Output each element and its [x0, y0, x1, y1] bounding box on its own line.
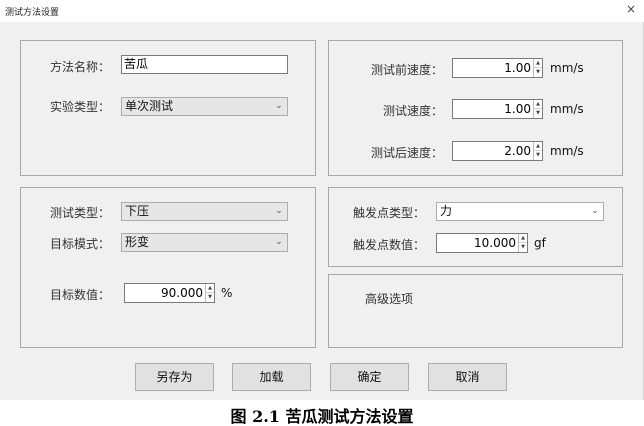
- target-value: 90.000: [161, 286, 203, 300]
- spin-down-icon[interactable]: ▼: [206, 293, 214, 302]
- chevron-down-icon: ⌄: [275, 101, 283, 111]
- method-panel: 方法名称： 苦瓜 实验类型： 单次测试 ⌄: [20, 40, 316, 176]
- spin-down-icon[interactable]: ▼: [534, 109, 542, 118]
- experiment-type-value: 单次测试: [125, 99, 174, 113]
- method-name-label: 方法名称：: [50, 60, 111, 74]
- ok-button[interactable]: 确定: [330, 363, 409, 391]
- chevron-down-icon: ⌄: [275, 237, 283, 247]
- title-bar: 测试方法设置 ×: [0, 0, 644, 22]
- pre-speed-spinbox[interactable]: 1.00 ▲ ▼: [452, 58, 543, 78]
- test-settings-panel: 测试类型： 下压 ⌄ 目标模式： 形变 ⌄ 目标数值： 90.000 ▲ ▼ %: [20, 187, 316, 348]
- test-speed-spinbox[interactable]: 1.00 ▲ ▼: [452, 99, 543, 119]
- spin-buttons: ▲ ▼: [533, 59, 542, 77]
- chevron-down-icon: ⌄: [275, 206, 283, 216]
- spin-up-icon[interactable]: ▲: [519, 234, 527, 243]
- trigger-value: 10.000: [474, 236, 516, 250]
- post-speed-unit: mm/s: [550, 144, 584, 158]
- window-title: 测试方法设置: [5, 8, 60, 18]
- test-speed-label: 测试速度：: [383, 104, 444, 118]
- post-speed-label: 测试后速度：: [371, 146, 444, 160]
- target-value-label: 目标数值：: [50, 288, 111, 302]
- test-type-select[interactable]: 下压 ⌄: [121, 202, 288, 221]
- chevron-down-icon: ⌄: [591, 206, 599, 216]
- cancel-button[interactable]: 取消: [428, 363, 507, 391]
- test-type-label: 测试类型：: [50, 206, 111, 220]
- test-speed-value: 1.00: [504, 102, 531, 116]
- spin-up-icon[interactable]: ▲: [534, 59, 542, 68]
- advanced-options-label: 高级选项: [365, 292, 414, 306]
- target-unit: %: [221, 286, 233, 300]
- trigger-type-label: 触发点类型：: [353, 206, 426, 220]
- trigger-type-value: 力: [440, 204, 453, 218]
- trigger-type-select[interactable]: 力 ⌄: [436, 202, 604, 221]
- target-value-spinbox[interactable]: 90.000 ▲ ▼: [124, 283, 215, 303]
- post-speed-spinbox[interactable]: 2.00 ▲ ▼: [452, 141, 543, 161]
- dialog-window: 测试方法设置 × 方法名称： 苦瓜 实验类型： 单次测试 ⌄ 测试前速度： 1.…: [0, 0, 644, 400]
- speed-panel: 测试前速度： 1.00 ▲ ▼ mm/s 测试速度： 1.00 ▲ ▼ mm/s…: [328, 40, 623, 176]
- trigger-unit: gf: [534, 236, 546, 250]
- pre-speed-label: 测试前速度：: [371, 63, 444, 77]
- spin-buttons: ▲ ▼: [518, 234, 527, 252]
- target-mode-label: 目标模式：: [50, 237, 111, 251]
- spin-up-icon[interactable]: ▲: [206, 284, 214, 293]
- target-mode-value: 形变: [125, 235, 150, 249]
- spin-buttons: ▲ ▼: [205, 284, 214, 302]
- post-speed-value: 2.00: [504, 144, 531, 158]
- spin-down-icon[interactable]: ▼: [519, 243, 527, 252]
- test-type-value: 下压: [125, 204, 150, 218]
- spin-buttons: ▲ ▼: [533, 100, 542, 118]
- test-speed-unit: mm/s: [550, 102, 584, 116]
- pre-speed-unit: mm/s: [550, 61, 584, 75]
- figure-caption: 图 2.1 苦瓜测试方法设置: [230, 407, 414, 426]
- experiment-type-select[interactable]: 单次测试 ⌄: [121, 97, 288, 116]
- save-as-button[interactable]: 另存为: [135, 363, 214, 391]
- load-button[interactable]: 加载: [232, 363, 311, 391]
- spin-up-icon[interactable]: ▲: [534, 100, 542, 109]
- target-mode-select[interactable]: 形变 ⌄: [121, 233, 288, 252]
- method-name-input[interactable]: 苦瓜: [121, 55, 288, 74]
- spin-up-icon[interactable]: ▲: [534, 142, 542, 151]
- spin-down-icon[interactable]: ▼: [534, 68, 542, 77]
- experiment-type-label: 实验类型：: [50, 100, 111, 114]
- pre-speed-value: 1.00: [504, 61, 531, 75]
- trigger-value-spinbox[interactable]: 10.000 ▲ ▼: [436, 233, 528, 253]
- spin-down-icon[interactable]: ▼: [534, 151, 542, 160]
- advanced-options-panel[interactable]: 高级选项: [328, 274, 623, 348]
- trigger-value-label: 触发点数值：: [353, 238, 426, 252]
- trigger-panel: 触发点类型： 力 ⌄ 触发点数值： 10.000 ▲ ▼ gf: [328, 187, 623, 267]
- close-icon[interactable]: ×: [624, 2, 638, 16]
- spin-buttons: ▲ ▼: [533, 142, 542, 160]
